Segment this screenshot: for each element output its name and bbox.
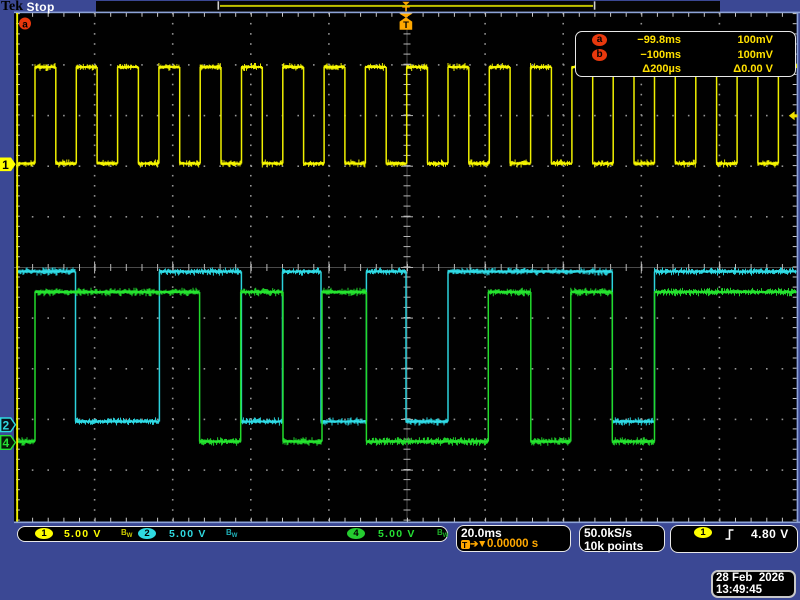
svg-text:2: 2 <box>2 419 9 433</box>
svg-text:T: T <box>403 20 409 31</box>
svg-text:1: 1 <box>2 158 9 172</box>
svg-text:4: 4 <box>2 436 9 450</box>
svg-text:a: a <box>22 19 28 30</box>
